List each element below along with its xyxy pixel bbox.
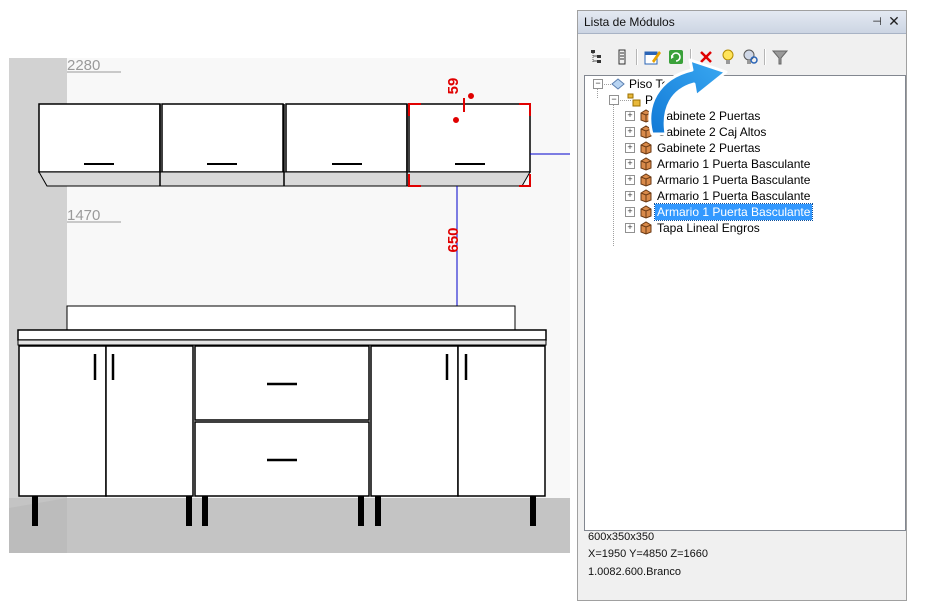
collapse-toggle[interactable]: − — [593, 79, 603, 89]
tree-node-label[interactable]: Piso Techo — [627, 76, 689, 92]
expand-toggle[interactable]: + — [625, 143, 635, 153]
tree-node-label[interactable]: Armario 1 Puerta Basculante — [655, 172, 812, 188]
list-icon[interactable] — [612, 47, 632, 67]
panel-title: Lista de Módulos — [584, 15, 675, 29]
collapse-toggle[interactable]: − — [609, 95, 619, 105]
floor-ceiling-icon — [611, 78, 625, 90]
panel-toolbar — [584, 45, 902, 69]
module-cube-icon — [640, 189, 652, 203]
close-icon[interactable]: ✕ — [887, 14, 901, 28]
expand-toggle[interactable]: + — [625, 111, 635, 121]
module-cube-icon — [640, 157, 652, 171]
panel-titlebar: Lista de Módulos ⊣ ✕ — [578, 11, 906, 34]
lightbulb-search-icon[interactable] — [740, 47, 760, 67]
module-list-panel: Lista de Módulos ⊣ ✕ − Piso Techo − Pa +… — [577, 10, 907, 601]
expand-toggle[interactable]: + — [625, 175, 635, 185]
module-cube-icon — [640, 173, 652, 187]
tree-hierarchy-icon[interactable] — [588, 47, 608, 67]
toolbar-separator — [690, 49, 692, 65]
tree-node-label[interactable]: Armario 1 Puerta Basculante — [655, 188, 812, 204]
upper-cabinets — [38, 103, 531, 187]
gap-dimension-label: 59 — [445, 78, 462, 95]
top-height-label: 2280 — [67, 58, 100, 74]
module-cube-icon — [640, 221, 652, 235]
module-cube-icon — [640, 205, 652, 219]
refresh-icon[interactable] — [666, 47, 686, 67]
countertop — [17, 329, 547, 346]
module-tree[interactable]: − Piso Techo − Pa + Gabinete 2 Puertas +… — [584, 75, 906, 531]
expand-toggle[interactable]: + — [625, 191, 635, 201]
module-size-text: 600x350x350 — [588, 531, 655, 543]
toolbar-separator — [764, 49, 766, 65]
expand-toggle[interactable]: + — [625, 207, 635, 217]
3d-viewport[interactable]: 59 650 2280 1470 — [9, 58, 570, 553]
tree-node-label[interactable]: Armario 1 Puerta Basculante — [655, 156, 812, 172]
delete-icon[interactable] — [696, 47, 716, 67]
module-cube-icon — [640, 109, 652, 123]
module-cube-icon — [640, 141, 652, 155]
lightbulb-icon[interactable] — [718, 47, 738, 67]
module-material-text: 1.0082.600.Branco — [588, 566, 681, 578]
pin-icon[interactable]: ⊣ — [870, 15, 884, 29]
filter-icon[interactable] — [770, 47, 790, 67]
module-cube-icon — [640, 125, 652, 139]
expand-toggle[interactable]: + — [625, 159, 635, 169]
group-icon — [627, 93, 641, 107]
tree-node-label[interactable]: Gabinete 2 Puertas — [655, 108, 762, 124]
kitchen-drawing: 59 650 2280 1470 — [9, 58, 570, 553]
module-position-text: X=1950 Y=4850 Z=1660 — [588, 548, 708, 560]
tree-node-label[interactable]: Gabinete 2 Puertas — [655, 140, 762, 156]
mid-height-label: 1470 — [67, 207, 100, 224]
edit-properties-icon[interactable] — [642, 47, 662, 67]
toolbar-separator — [636, 49, 638, 65]
tree-node-label[interactable]: Tapa Lineal Engros — [655, 220, 762, 236]
tree-node-label[interactable]: Armario 1 Puerta Basculante — [653, 203, 814, 221]
expand-toggle[interactable]: + — [625, 223, 635, 233]
tree-node-label[interactable]: Pa — [643, 92, 662, 108]
cabinet-gap-dimension-label: 650 — [445, 227, 462, 252]
tree-node-label[interactable]: Gabinete 2 Caj Altos — [655, 124, 768, 140]
expand-toggle[interactable]: + — [625, 127, 635, 137]
